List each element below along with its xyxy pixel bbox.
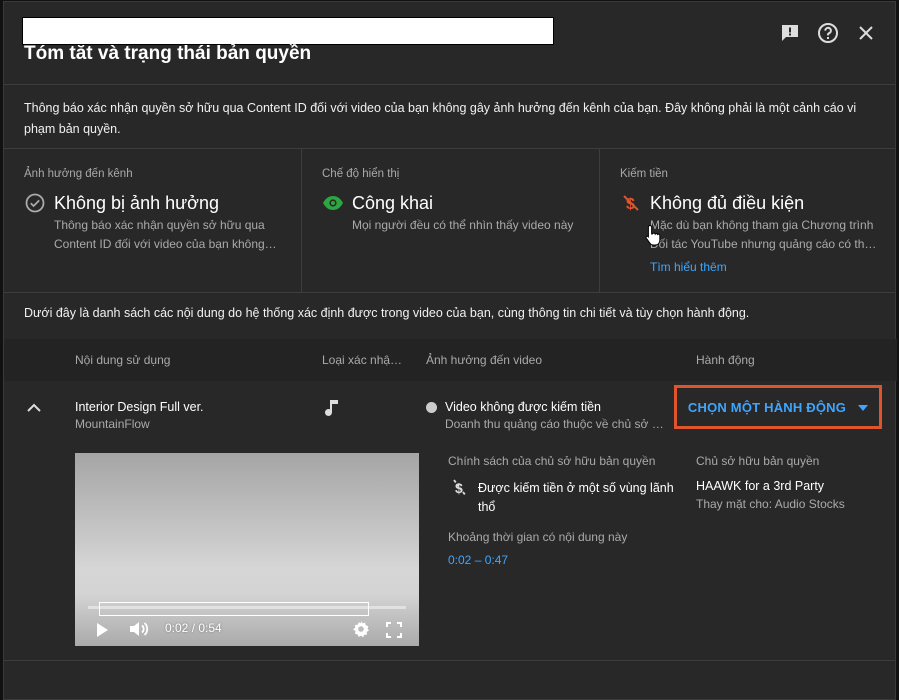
col-header-impact[interactable]: Ảnh hưởng đến video	[426, 353, 542, 367]
collapse-row-button[interactable]	[24, 398, 44, 418]
copyright-dialog: Tóm tắt và trạng thái bản quyền Thông bá…	[3, 1, 897, 700]
impact-status-dot	[426, 402, 437, 413]
feedback-icon[interactable]	[779, 22, 801, 44]
list-intro: Dưới đây là danh sách các nội dung do hệ…	[24, 306, 750, 320]
no-money-icon: $	[620, 192, 642, 214]
card-label: Ảnh hưởng đến kênh	[24, 168, 133, 180]
header-divider	[4, 84, 895, 85]
playback-time: 0:02 / 0:54	[165, 621, 222, 635]
policy-text: Được kiếm tiền ở một số vùng lãnh thổ	[478, 481, 674, 514]
card-status: Công khai	[352, 193, 434, 213]
card-description: Thông báo xác nhận quyền sở hữu qua Cont…	[54, 218, 277, 251]
impact-title: Video không được kiếm tiền	[445, 400, 602, 414]
svg-text:$: $	[455, 480, 463, 496]
partial-monetization-icon: $	[452, 478, 468, 503]
card-status: Không đủ điều kiện	[650, 193, 805, 213]
status-cards: Ảnh hưởng đến kênh Không bị ảnh hưởng Th…	[4, 148, 897, 292]
check-circle-icon	[24, 192, 46, 214]
hand-cursor-icon	[644, 224, 662, 251]
owner-label: Chủ sở hữu bản quyền	[696, 454, 820, 468]
content-artist: MountainFlow	[75, 417, 150, 431]
card-description: Mặc dù bạn không tham gia Chương trình Đ…	[650, 218, 877, 251]
owner-on-behalf: Thay mặt cho: Audio Stocks	[696, 497, 845, 511]
eye-icon	[322, 192, 344, 214]
video-player[interactable]: 0:02 / 0:54	[75, 453, 419, 646]
play-icon[interactable]	[95, 622, 109, 638]
player-controls: 0:02 / 0:54	[75, 594, 419, 646]
owner-name: HAAWK for a 3rd Party	[696, 479, 825, 493]
col-header-content[interactable]: Nội dung sử dụng	[75, 353, 170, 367]
table-header: Nội dung sử dụng Loại xác nhậ… Ảnh hưởng…	[4, 339, 897, 381]
redacted-video-title	[22, 17, 554, 45]
card-label: Kiếm tiền	[620, 168, 668, 180]
music-note-icon	[324, 398, 342, 425]
visibility-card: Chế độ hiển thị Công khai Mọi người đều …	[302, 148, 600, 292]
content-title: Interior Design Full ver.	[75, 400, 204, 414]
col-header-action[interactable]: Hành động	[696, 353, 755, 367]
learn-more-link[interactable]: Tìm hiểu thêm	[650, 260, 727, 274]
volume-icon[interactable]	[129, 620, 151, 638]
settings-gear-icon[interactable]	[352, 620, 370, 638]
monetization-card: Kiếm tiền $ Không đủ điều kiện Mặc dù bạ…	[600, 148, 897, 292]
select-action-label: CHỌN MỘT HÀNH ĐỘNG	[687, 399, 847, 415]
claimed-segment-marker	[99, 602, 369, 616]
card-label: Chế độ hiển thị	[322, 168, 400, 180]
bottom-divider	[4, 660, 895, 661]
card-status: Không bị ảnh hưởng	[54, 193, 219, 213]
time-range-link[interactable]: 0:02 – 0:47	[448, 553, 508, 567]
cards-bottom-divider	[4, 292, 895, 293]
help-icon[interactable]	[817, 22, 839, 44]
impact-subtitle: Doanh thu quảng cáo thuộc về chủ sở hữ…	[445, 417, 665, 431]
dropdown-arrow-icon	[858, 398, 869, 416]
dialog-title: Tóm tắt và trạng thái bản quyền	[24, 43, 312, 64]
policy-label: Chính sách của chủ sở hữu bản quyền	[448, 454, 656, 468]
select-action-button[interactable]: CHỌN MỘT HÀNH ĐỘNG	[674, 385, 882, 429]
fullscreen-icon[interactable]	[386, 622, 402, 638]
close-icon[interactable]	[855, 22, 877, 44]
time-range-label: Khoảng thời gian có nội dung này	[448, 530, 628, 544]
claim-notice: Thông báo xác nhận quyền sở hữu qua Cont…	[24, 101, 857, 136]
col-header-claim-type[interactable]: Loại xác nhậ…	[322, 353, 402, 367]
channel-impact-card: Ảnh hưởng đến kênh Không bị ảnh hưởng Th…	[4, 148, 302, 292]
header-actions	[779, 22, 877, 44]
card-description: Mọi người đều có thể nhìn thấy video này	[352, 218, 574, 232]
